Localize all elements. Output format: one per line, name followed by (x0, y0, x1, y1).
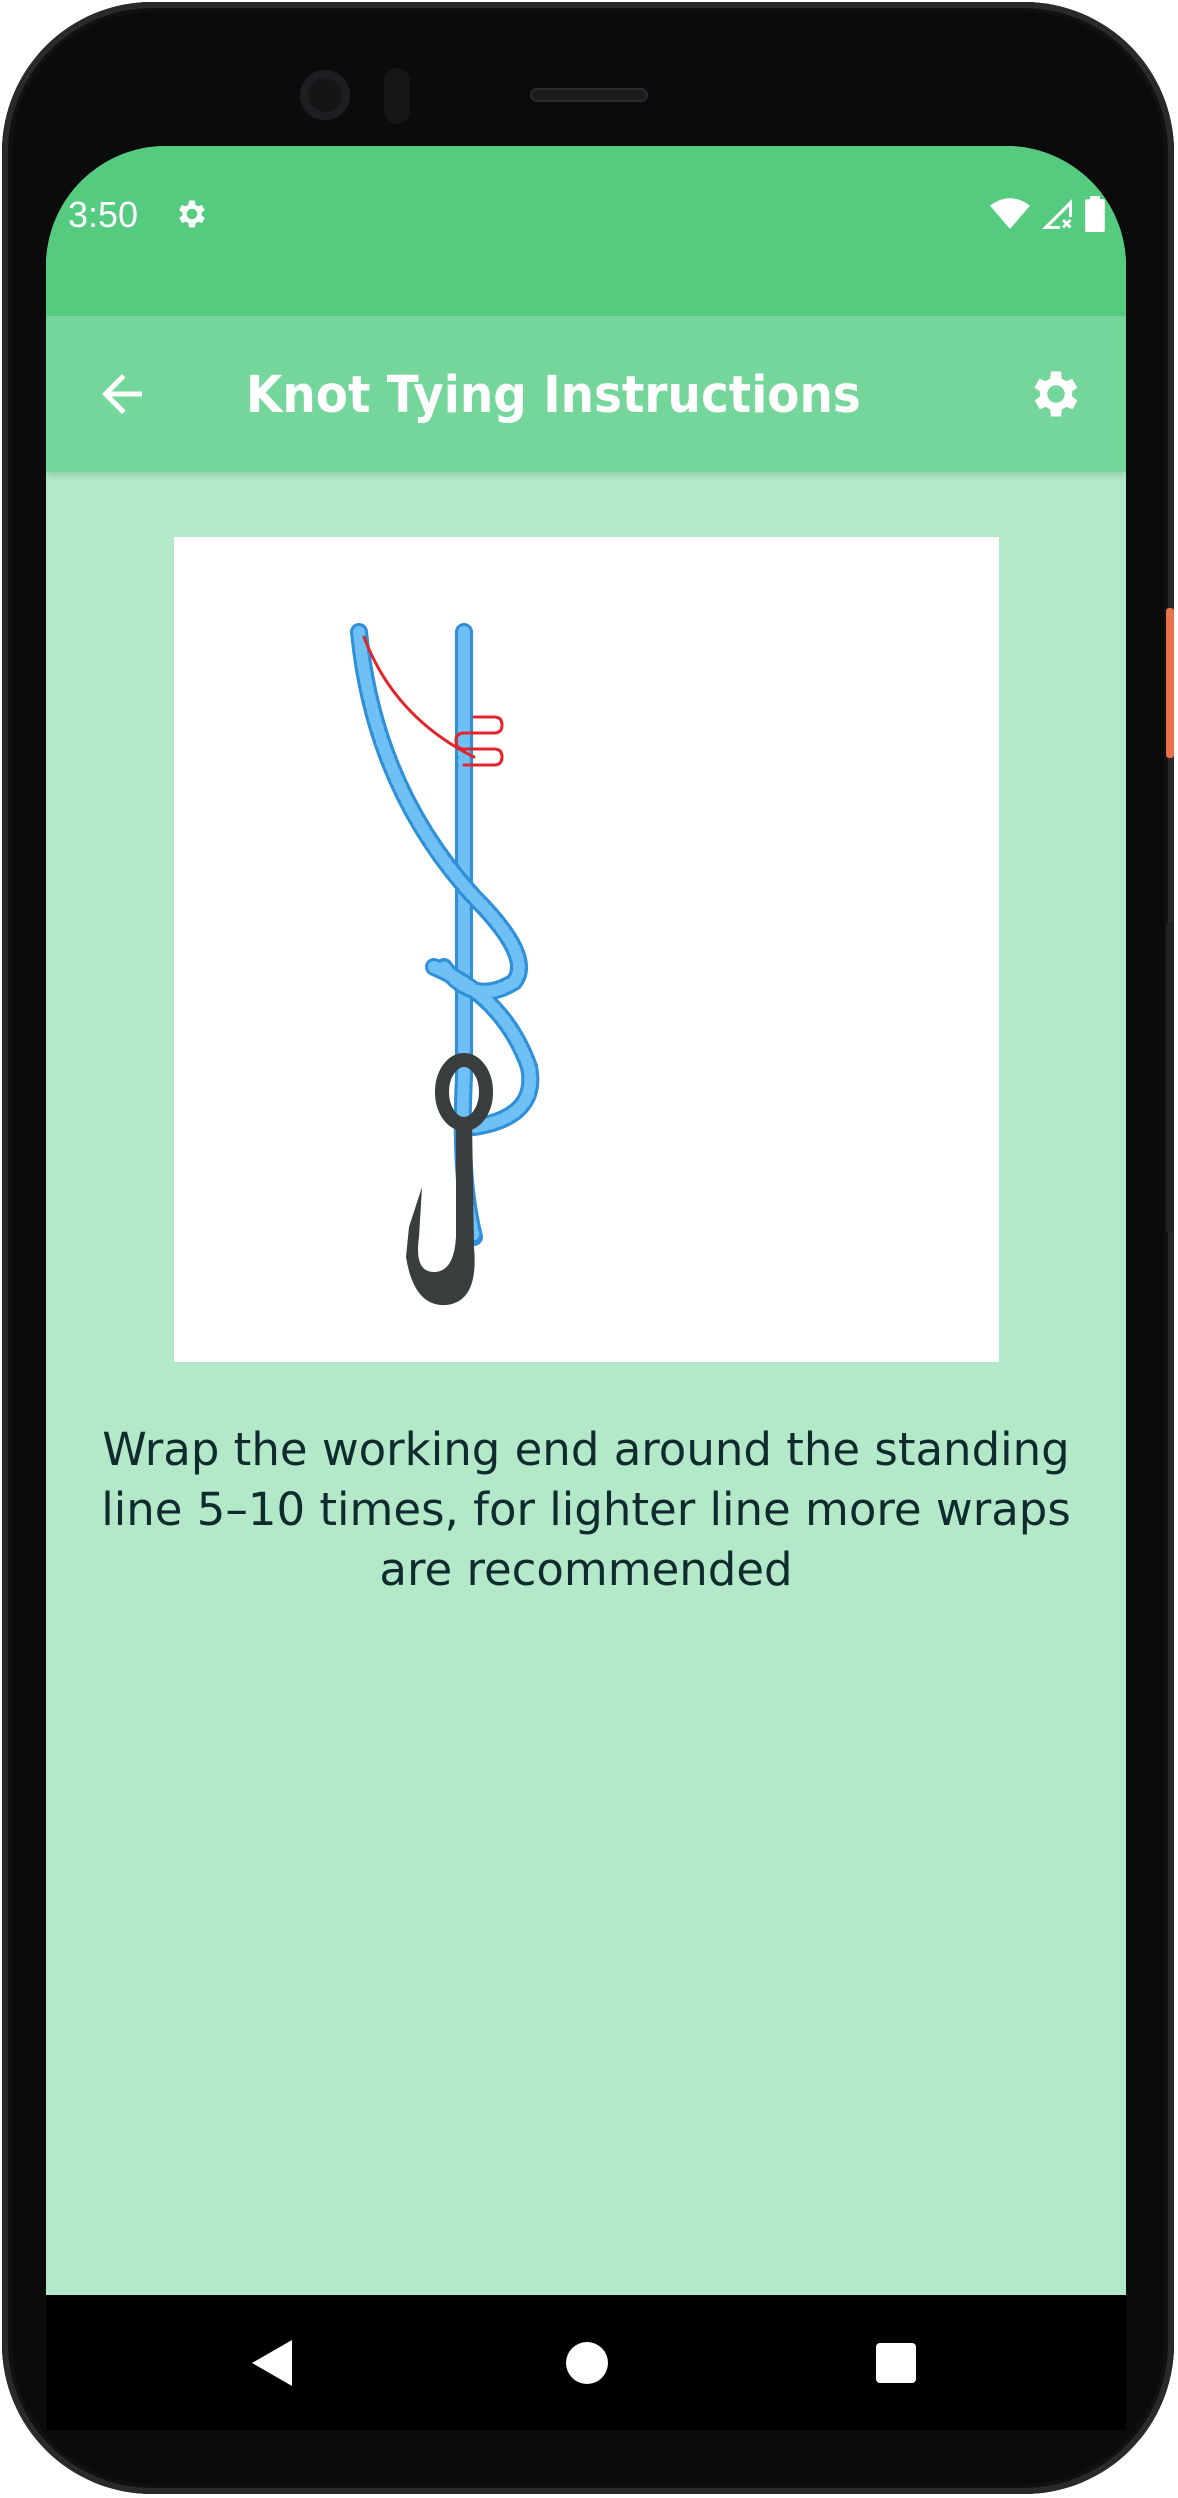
arrow-back-icon[interactable] (92, 364, 152, 424)
page-title: Knot Tying Instructions (246, 366, 861, 425)
front-camera (300, 70, 350, 120)
gear-icon[interactable] (1026, 364, 1086, 424)
sensor (384, 68, 410, 124)
screen: 3:50 Knot Tying Instructions Wrap the wo… (46, 146, 1126, 2430)
volume-button (1166, 922, 1174, 1232)
power-button (1166, 608, 1174, 758)
home-icon[interactable] (566, 2342, 608, 2384)
navigation-bar (46, 2295, 1126, 2430)
battery-icon (1085, 196, 1105, 232)
recents-icon[interactable] (876, 2343, 916, 2383)
wifi-icon (990, 198, 1030, 229)
step-description: Wrap the working end around the standing… (101, 1423, 1071, 1596)
earpiece-speaker (530, 88, 648, 102)
settings-icon (179, 200, 205, 228)
app-bar: Knot Tying Instructions (46, 316, 1126, 472)
knot-illustration (174, 537, 999, 1362)
status-time: 3:50 (68, 194, 139, 235)
back-icon[interactable] (252, 2340, 292, 2386)
status-bar: 3:50 (46, 146, 1126, 316)
signal-icon (1042, 199, 1072, 229)
